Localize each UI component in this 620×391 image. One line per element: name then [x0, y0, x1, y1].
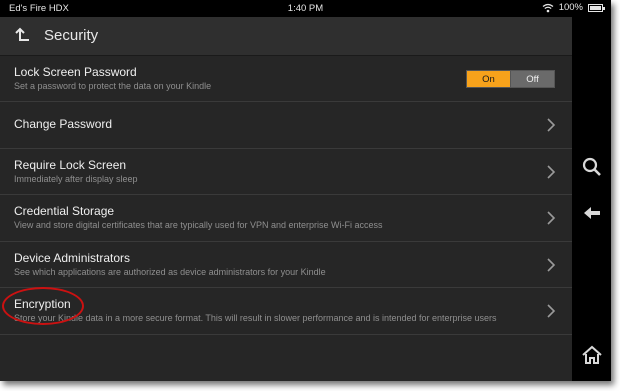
lock-screen-password-toggle[interactable]: On Off — [466, 70, 555, 88]
chevron-right-icon — [547, 118, 556, 132]
chevron-right-icon — [547, 304, 556, 318]
back-icon[interactable] — [581, 202, 603, 224]
kindle-screen: Ed's Fire HDX 1:40 PM 100% Security Lock… — [0, 0, 611, 381]
setting-description: View and store digital certificates that… — [14, 220, 383, 230]
setting-label: Require Lock Screen — [14, 157, 127, 172]
setting-credential-storage[interactable]: Credential Storage View and store digita… — [0, 195, 572, 242]
search-icon[interactable] — [581, 156, 603, 178]
setting-label: Change Password — [14, 117, 113, 131]
setting-description: Set a password to protect the data on yo… — [14, 81, 212, 91]
home-icon[interactable] — [581, 344, 603, 366]
battery-percent: 100% — [558, 2, 583, 13]
setting-device-administrators[interactable]: Device Administrators See which applicat… — [0, 241, 572, 288]
setting-require-lock-screen[interactable]: Require Lock Screen Immediately after di… — [0, 148, 572, 195]
chevron-right-icon — [547, 164, 556, 179]
setting-description: Immediately after display sleep — [14, 173, 138, 184]
status-time: 1:40 PM — [287, 3, 324, 14]
nav-panel — [572, 17, 611, 381]
battery-icon — [588, 3, 605, 12]
chevron-right-icon — [547, 257, 556, 272]
highlight-circle — [2, 287, 84, 325]
setting-label: Device Administrators — [14, 250, 131, 265]
title-bar: Security — [0, 17, 572, 56]
back-arrow-icon[interactable] — [12, 26, 32, 46]
toggle-on-option[interactable]: On — [467, 71, 511, 87]
wifi-icon — [542, 3, 554, 12]
setting-label: Credential Storage — [14, 204, 115, 218]
toggle-off-option[interactable]: Off — [511, 71, 554, 87]
setting-encryption[interactable]: Encryption Store your Kindle data in a m… — [0, 288, 572, 335]
chevron-right-icon — [547, 211, 556, 225]
setting-description: Store your Kindle data in a more secure … — [14, 313, 497, 323]
status-right: 100% — [542, 2, 605, 13]
status-bar: Ed's Fire HDX 1:40 PM 100% — [0, 0, 611, 17]
setting-description: See which applications are authorized as… — [14, 266, 326, 277]
setting-change-password[interactable]: Change Password — [0, 102, 572, 149]
page-title: Security — [44, 27, 99, 44]
setting-label: Lock Screen Password — [14, 65, 137, 79]
battery-fill — [590, 5, 601, 10]
setting-lock-screen-password: Lock Screen Password Set a password to p… — [0, 56, 572, 102]
settings-list: Lock Screen Password Set a password to p… — [0, 56, 572, 335]
